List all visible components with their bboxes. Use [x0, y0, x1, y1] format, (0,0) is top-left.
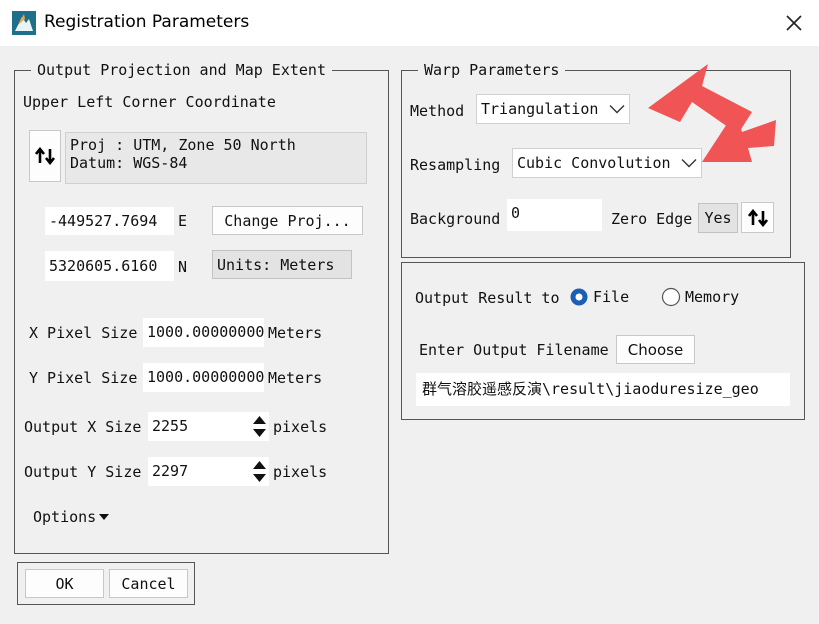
ok-button[interactable]: OK — [25, 569, 104, 598]
chevron-down-icon — [609, 105, 625, 114]
zero-edge-label: Zero Edge — [611, 210, 693, 228]
options-label: Options — [33, 508, 97, 526]
background-input[interactable]: 0 — [507, 199, 602, 231]
radio-file[interactable]: File — [569, 287, 629, 307]
output-x-unit: pixels — [273, 418, 328, 436]
spinner-arrows-icon — [253, 461, 266, 482]
output-y-size-label: Output Y Size — [24, 463, 142, 481]
units-button[interactable]: Units: Meters — [212, 250, 352, 279]
window-title: Registration Parameters — [44, 12, 250, 32]
swap-projection-button[interactable] — [29, 130, 61, 182]
output-x-size-spinner[interactable] — [250, 412, 269, 441]
datum-line: Datum: WGS-84 — [70, 154, 188, 172]
cancel-button[interactable]: Cancel — [109, 569, 188, 598]
projection-info-box: Proj : UTM, Zone 50 North Datum: WGS-84 — [65, 132, 367, 184]
output-y-size-input[interactable]: 2297 — [148, 457, 250, 486]
warp-parameters-legend: Warp Parameters — [418, 61, 566, 79]
change-proj-button[interactable]: Change Proj... — [212, 206, 363, 235]
method-value: Triangulation — [481, 100, 599, 118]
output-x-size-label: Output X Size — [24, 418, 142, 436]
output-filename-input[interactable]: 群气溶胶遥感反演\result\jiaoduresize_geo — [416, 373, 790, 406]
easting-unit: E — [178, 212, 188, 230]
options-menu-button[interactable]: Options — [33, 508, 110, 526]
radio-memory[interactable]: Memory — [661, 287, 739, 307]
swap-arrows-icon — [747, 208, 768, 227]
resampling-label: Resampling — [410, 156, 501, 174]
x-pixel-unit: Meters — [268, 324, 323, 342]
y-pixel-size-input[interactable]: 1000.000000000 — [143, 363, 264, 392]
resampling-dropdown[interactable]: Cubic Convolution — [512, 148, 702, 178]
radio-unselected-icon — [661, 287, 681, 307]
upper-left-label: Upper Left Corner Coordinate — [23, 93, 276, 111]
caret-down-icon — [99, 514, 110, 520]
output-y-size-spinner[interactable] — [250, 457, 269, 486]
radio-file-label: File — [593, 288, 630, 306]
x-pixel-size-label: X Pixel Size — [29, 324, 138, 342]
projection-line: Proj : UTM, Zone 50 North — [70, 136, 296, 154]
method-dropdown[interactable]: Triangulation — [476, 94, 630, 124]
method-label: Method — [410, 102, 465, 120]
chevron-down-icon — [681, 159, 697, 168]
background-label: Background — [410, 210, 501, 228]
y-pixel-unit: Meters — [268, 369, 323, 387]
close-icon[interactable] — [781, 10, 807, 36]
radio-memory-label: Memory — [685, 288, 740, 306]
easting-input[interactable]: -449527.7694 — [45, 207, 174, 235]
app-logo-icon — [12, 11, 36, 35]
output-y-unit: pixels — [273, 463, 328, 481]
radio-selected-icon — [570, 288, 588, 306]
zero-edge-value-button[interactable]: Yes — [698, 203, 738, 233]
swap-arrows-icon — [35, 147, 55, 165]
zero-edge-toggle-button[interactable] — [741, 202, 774, 233]
northing-input[interactable]: 5320605.6160 — [45, 251, 174, 281]
output-filename-label: Enter Output Filename — [419, 341, 609, 359]
output-projection-legend: Output Projection and Map Extent — [31, 61, 332, 79]
resampling-value: Cubic Convolution — [517, 154, 671, 172]
output-x-size-input[interactable]: 2255 — [148, 412, 250, 441]
northing-unit: N — [178, 258, 188, 276]
y-pixel-size-label: Y Pixel Size — [29, 369, 138, 387]
x-pixel-size-input[interactable]: 1000.000000000 — [143, 318, 264, 347]
choose-button[interactable]: Choose — [616, 335, 695, 364]
spinner-arrows-icon — [253, 416, 266, 437]
output-result-label: Output Result to — [415, 289, 560, 307]
